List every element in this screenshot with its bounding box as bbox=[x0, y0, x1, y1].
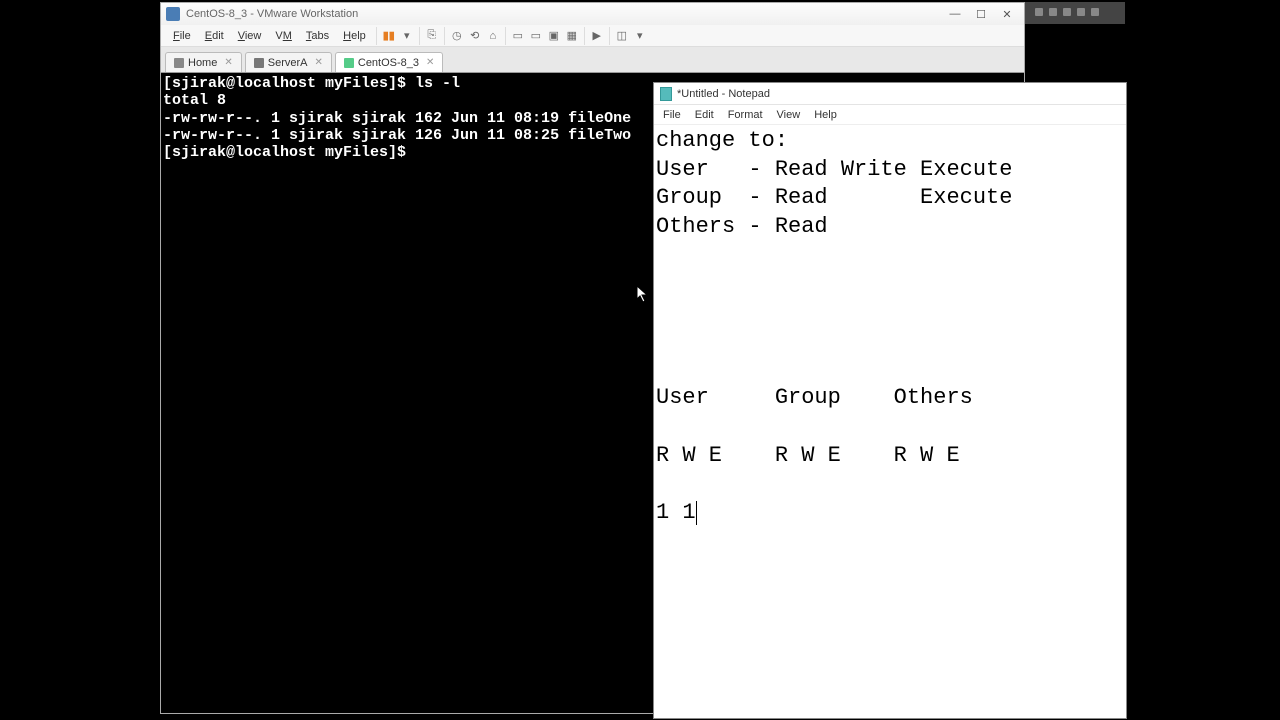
notepad-window: *Untitled - Notepad File Edit Format Vie… bbox=[653, 82, 1127, 719]
vm-icon bbox=[344, 58, 354, 68]
separator bbox=[584, 27, 585, 45]
vmware-title-text: CentOS-8_3 - VMware Workstation bbox=[186, 8, 358, 20]
menu-view[interactable]: View bbox=[232, 28, 268, 44]
mouse-cursor-icon bbox=[636, 285, 650, 303]
dropdown2-icon[interactable]: ▾ bbox=[632, 28, 648, 44]
separator bbox=[609, 27, 610, 45]
bg-icon bbox=[1035, 8, 1043, 16]
view3-icon[interactable]: ▣ bbox=[546, 28, 562, 44]
revert-icon[interactable]: ⟲ bbox=[467, 28, 483, 44]
menu-help[interactable]: Help bbox=[337, 28, 372, 44]
bg-icon bbox=[1063, 8, 1071, 16]
tab-label: Home bbox=[188, 57, 217, 69]
minimize-button[interactable]: — bbox=[943, 6, 967, 22]
tab-label: ServerA bbox=[268, 57, 308, 69]
text-cursor bbox=[696, 501, 697, 525]
separator bbox=[444, 27, 445, 45]
close-tab-icon[interactable]: ✕ bbox=[426, 57, 434, 68]
view1-icon[interactable]: ▭ bbox=[510, 28, 526, 44]
separator bbox=[376, 27, 377, 45]
manage-icon[interactable]: ⌂ bbox=[485, 28, 501, 44]
fullscreen-icon[interactable]: ▶ bbox=[589, 28, 605, 44]
vmware-tabbar: Home ✕ ServerA ✕ CentOS-8_3 ✕ bbox=[161, 47, 1024, 73]
tab-home[interactable]: Home ✕ bbox=[165, 52, 242, 72]
vmware-titlebar[interactable]: CentOS-8_3 - VMware Workstation — ☐ ✕ bbox=[161, 3, 1024, 25]
np-menu-format[interactable]: Format bbox=[721, 108, 770, 122]
bg-icon bbox=[1049, 8, 1057, 16]
menu-vm[interactable]: VM bbox=[269, 28, 298, 44]
unity-icon[interactable]: ◫ bbox=[614, 28, 630, 44]
bg-icon bbox=[1077, 8, 1085, 16]
pause-icon[interactable]: ▮▮ bbox=[381, 28, 397, 44]
notepad-menubar: File Edit Format View Help bbox=[654, 105, 1126, 125]
np-menu-file[interactable]: File bbox=[656, 108, 688, 122]
tab-label: CentOS-8_3 bbox=[358, 57, 419, 69]
vm-icon bbox=[254, 58, 264, 68]
separator bbox=[419, 27, 420, 45]
np-menu-help[interactable]: Help bbox=[807, 108, 844, 122]
vmware-menubar: File Edit View VM Tabs Help ▮▮ ▾ ⎘ ◷ ⟲ ⌂… bbox=[161, 25, 1024, 47]
tab-centos[interactable]: CentOS-8_3 ✕ bbox=[335, 52, 444, 72]
np-menu-edit[interactable]: Edit bbox=[688, 108, 721, 122]
view4-icon[interactable]: ▦ bbox=[564, 28, 580, 44]
send-icon[interactable]: ⎘ bbox=[424, 28, 440, 44]
bg-icon bbox=[1091, 8, 1099, 16]
notepad-icon bbox=[660, 87, 672, 101]
notepad-textarea[interactable]: change to: User - Read Write Execute Gro… bbox=[654, 125, 1126, 718]
snapshot-icon[interactable]: ◷ bbox=[449, 28, 465, 44]
maximize-button[interactable]: ☐ bbox=[969, 6, 993, 22]
dropdown-icon[interactable]: ▾ bbox=[399, 28, 415, 44]
menu-edit[interactable]: Edit bbox=[199, 28, 230, 44]
tab-servera[interactable]: ServerA ✕ bbox=[245, 52, 332, 72]
close-button[interactable]: ✕ bbox=[995, 6, 1019, 22]
view2-icon[interactable]: ▭ bbox=[528, 28, 544, 44]
menu-file[interactable]: File bbox=[167, 28, 197, 44]
close-tab-icon[interactable]: ✕ bbox=[314, 57, 322, 68]
np-menu-view[interactable]: View bbox=[770, 108, 808, 122]
home-icon bbox=[174, 58, 184, 68]
vmware-icon bbox=[166, 7, 180, 21]
separator bbox=[505, 27, 506, 45]
notepad-title-text: *Untitled - Notepad bbox=[677, 88, 770, 100]
background-toolbar bbox=[1025, 2, 1125, 24]
menu-tabs[interactable]: Tabs bbox=[300, 28, 335, 44]
notepad-titlebar[interactable]: *Untitled - Notepad bbox=[654, 83, 1126, 105]
close-tab-icon[interactable]: ✕ bbox=[224, 57, 232, 68]
